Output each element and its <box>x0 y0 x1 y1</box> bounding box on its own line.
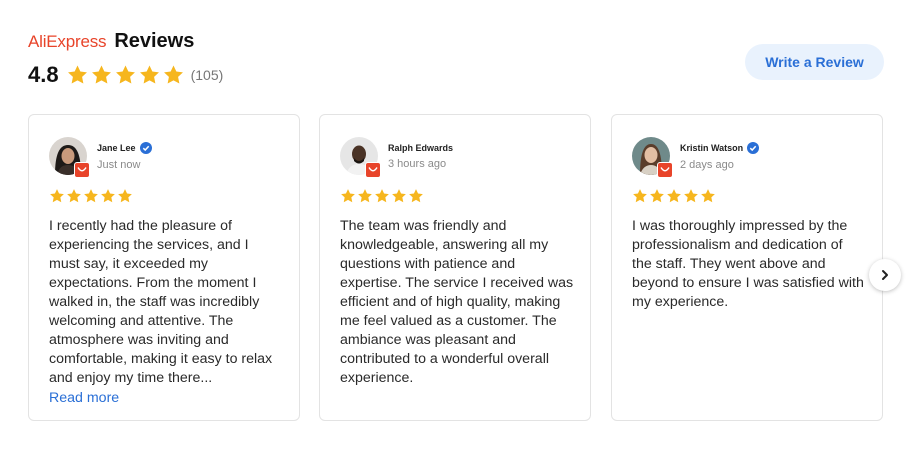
author-info: Jane Lee Just now <box>97 141 152 171</box>
write-review-button[interactable]: Write a Review <box>745 44 884 80</box>
review-rating-stars <box>49 188 279 206</box>
star-icon <box>340 188 356 204</box>
star-icon <box>632 188 648 204</box>
carousel-next-button[interactable] <box>869 259 901 291</box>
review-rating-stars <box>632 188 862 206</box>
star-icon <box>90 64 113 86</box>
star-icon <box>666 188 682 204</box>
author-name: Kristin Watson <box>680 142 744 153</box>
verified-icon <box>139 141 152 154</box>
star-icon <box>357 188 373 204</box>
star-icon <box>117 188 133 204</box>
review-text: I was thoroughly impressed by the profes… <box>632 218 864 310</box>
review-rating-stars <box>340 188 570 206</box>
star-icon <box>700 188 716 204</box>
star-icon <box>408 188 424 204</box>
chevron-right-icon <box>882 270 888 280</box>
aliexpress-logo: AliExpress <box>28 32 107 51</box>
star-icon <box>66 64 89 86</box>
aliexpress-badge-icon <box>657 162 673 178</box>
review-author: Kristin Watson 2 days ago <box>632 136 862 178</box>
review-author: Ralph Edwards 3 hours ago <box>340 136 570 178</box>
review-card: Ralph Edwards 3 hours ago The team was f… <box>319 114 591 421</box>
author-info: Kristin Watson 2 days ago <box>680 141 760 171</box>
author-name: Ralph Edwards <box>388 142 454 153</box>
verified-icon <box>747 141 760 154</box>
review-card: Jane Lee Just now I recently had the ple… <box>28 114 300 421</box>
avatar-wrap <box>632 137 673 178</box>
author-info: Ralph Edwards 3 hours ago <box>388 143 453 170</box>
avatar-wrap <box>340 137 381 178</box>
read-more-link[interactable]: Read more <box>49 389 279 408</box>
star-icon <box>83 188 99 204</box>
star-icon <box>100 188 116 204</box>
review-card: Kristin Watson 2 days ago I was thorough… <box>611 114 883 421</box>
aliexpress-badge-icon <box>74 162 90 178</box>
star-icon <box>649 188 665 204</box>
review-time: 3 hours ago <box>388 157 447 170</box>
review-author: Jane Lee Just now <box>49 136 279 178</box>
star-icon <box>114 64 137 86</box>
star-icon <box>683 188 699 204</box>
aliexpress-badge-icon <box>365 162 381 178</box>
star-icon <box>391 188 407 204</box>
star-icon <box>162 64 185 86</box>
brand-line: AliExpress Reviews <box>28 30 223 53</box>
reviews-title: Reviews <box>114 30 195 52</box>
author-name-row: Jane Lee <box>97 141 152 154</box>
review-time: Just now <box>97 158 141 171</box>
star-icon <box>138 64 161 86</box>
review-text: I recently had the pleasure of experienc… <box>49 218 273 386</box>
rating-summary: 4.8 (105) <box>28 62 223 88</box>
author-name-row: Kristin Watson <box>680 141 760 154</box>
review-text: The team was friendly and knowledgeable,… <box>340 218 574 386</box>
author-name-row: Ralph Edwards <box>388 143 453 153</box>
avatar-wrap <box>49 137 90 178</box>
review-time: 2 days ago <box>680 158 734 171</box>
average-rating: 4.8 <box>28 62 59 87</box>
star-icon <box>49 188 65 204</box>
author-name: Jane Lee <box>97 142 136 153</box>
star-icon <box>374 188 390 204</box>
review-count: (105) <box>190 67 224 83</box>
average-rating-stars <box>66 64 185 86</box>
star-icon <box>66 188 82 204</box>
reviews-header: AliExpress Reviews 4.8 (105) <box>28 30 223 88</box>
